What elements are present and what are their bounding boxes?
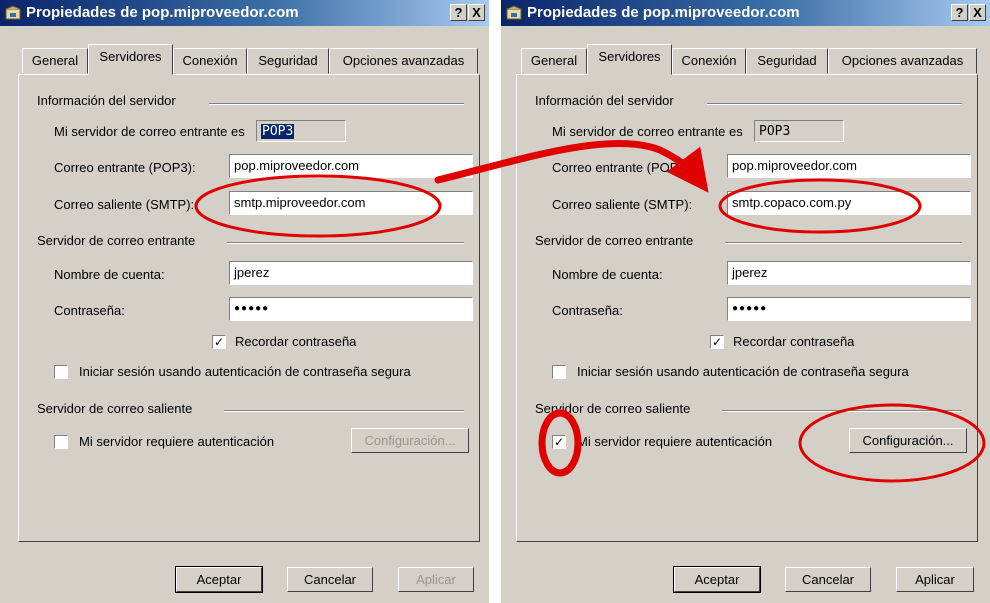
annotation-ellipse xyxy=(798,403,986,483)
annotation-ellipse xyxy=(194,174,442,238)
annotation-ellipse xyxy=(538,409,582,477)
annotation-arrow xyxy=(434,139,709,193)
annotation-overlay xyxy=(194,139,986,483)
annotation-ellipse xyxy=(718,178,922,234)
